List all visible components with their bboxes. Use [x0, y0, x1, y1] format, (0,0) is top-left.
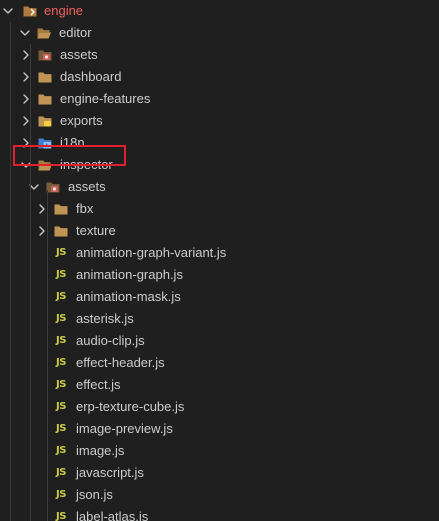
folder-icon — [53, 201, 69, 217]
js-file-icon: JS — [56, 357, 66, 368]
tree-file-item[interactable]: JS image-preview.js — [0, 418, 439, 440]
tree-folder-item[interactable]: assets — [0, 44, 439, 66]
tree-file-item[interactable]: JS animation-graph.js — [0, 264, 439, 286]
tree-folder-item[interactable]: editor — [0, 22, 439, 44]
js-file-icon: JS — [56, 511, 66, 521]
tree-item-label: assets — [60, 47, 98, 62]
tree-item-label: audio-clip.js — [76, 333, 145, 348]
tree-file-item[interactable]: JS asterisk.js — [0, 308, 439, 330]
js-file-icon: JS — [56, 467, 66, 478]
tree-item-label: texture — [76, 223, 116, 238]
tree-file-item[interactable]: JS javascript.js — [0, 462, 439, 484]
indent-guide — [10, 22, 11, 521]
tree-file-item[interactable]: JS effect.js — [0, 374, 439, 396]
tree-folder-item[interactable]: engine-features — [0, 88, 439, 110]
tree-file-item[interactable]: JS erp-texture-cube.js — [0, 396, 439, 418]
js-file-icon: JS — [56, 445, 66, 456]
chevron-down-icon[interactable] — [19, 22, 31, 44]
tree-item-label: json.js — [76, 487, 113, 502]
tree-file-item[interactable]: JS animation-graph-variant.js — [0, 242, 439, 264]
exports-folder-icon — [37, 113, 53, 129]
tree-folder-item[interactable]: texture — [0, 220, 439, 242]
tree-folder-item[interactable]: assets — [0, 176, 439, 198]
tree-item-label: fbx — [76, 201, 94, 216]
tree-item-label: animation-mask.js — [76, 289, 181, 304]
js-file-icon: JS — [56, 291, 66, 302]
tree-item-label: asterisk.js — [76, 311, 134, 326]
tree-item-label: dashboard — [60, 69, 122, 84]
tree-folder-item[interactable]: fbx — [0, 198, 439, 220]
tree-item-label: assets — [68, 179, 106, 194]
tree-file-item[interactable]: JS audio-clip.js — [0, 330, 439, 352]
tree-file-item[interactable]: JS label-atlas.js — [0, 506, 439, 521]
js-file-icon: JS — [56, 335, 66, 346]
tree-file-item[interactable]: JS effect-header.js — [0, 352, 439, 374]
js-file-icon: JS — [56, 269, 66, 280]
tree-root-engine[interactable]: engine — [0, 0, 439, 22]
tree-item-label: javascript.js — [76, 465, 144, 480]
repo-folder-icon — [22, 3, 38, 19]
assets-folder-icon — [37, 47, 53, 63]
js-file-icon: JS — [56, 489, 66, 500]
tree-item-label: exports — [60, 113, 103, 128]
tree-item-label: engine-features — [60, 91, 151, 106]
tree-file-item[interactable]: JS image.js — [0, 440, 439, 462]
js-file-icon: JS — [56, 313, 66, 324]
selection-highlight — [13, 145, 126, 166]
tree-folder-item[interactable]: exports — [0, 110, 439, 132]
js-file-icon: JS — [56, 379, 66, 390]
tree-item-label: effect-header.js — [76, 355, 165, 370]
tree-item-label: effect.js — [76, 377, 121, 392]
folder-icon — [37, 91, 53, 107]
tree-item-label: animation-graph-variant.js — [76, 245, 227, 260]
js-file-icon: JS — [56, 401, 66, 412]
folder-open-icon — [36, 25, 52, 41]
tree-item-label: label-atlas.js — [76, 509, 149, 521]
tree-item-label: image-preview.js — [76, 421, 173, 436]
file-explorer-tree: engine editor assets dashboard engine-featur… — [0, 0, 439, 521]
tree-item-label: erp-texture-cube.js — [76, 399, 185, 414]
indent-guide — [47, 190, 48, 521]
folder-icon — [53, 223, 69, 239]
chevron-down-icon[interactable] — [2, 0, 14, 22]
tree-item-label: editor — [59, 25, 92, 40]
tree-folder-item[interactable]: dashboard — [0, 66, 439, 88]
folder-icon — [37, 69, 53, 85]
tree-item-label: image.js — [76, 443, 125, 458]
tree-item-label: animation-graph.js — [76, 267, 183, 282]
tree-file-item[interactable]: JS animation-mask.js — [0, 286, 439, 308]
tree-file-item[interactable]: JS json.js — [0, 484, 439, 506]
indent-guide — [30, 44, 31, 521]
js-file-icon: JS — [56, 423, 66, 434]
js-file-icon: JS — [56, 247, 66, 258]
tree-root-label: engine — [44, 3, 84, 18]
